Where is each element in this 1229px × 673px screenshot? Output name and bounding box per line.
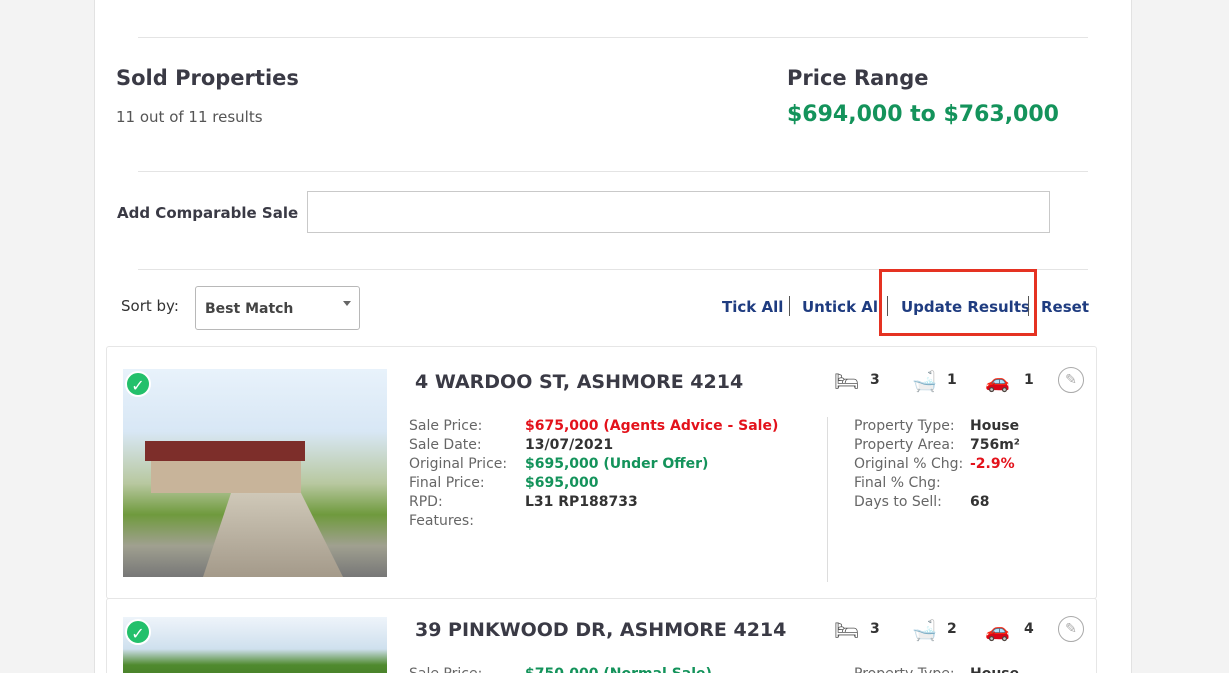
check-icon[interactable]: ✓ bbox=[125, 619, 151, 645]
property-address[interactable]: 39 PINKWOOD DR, ASHMORE 4214 bbox=[415, 619, 786, 641]
add-comparable-input[interactable] bbox=[307, 191, 1050, 233]
final-chg-value bbox=[970, 474, 1020, 493]
details-labels: Sale Price: Sale Date: Original Price: F… bbox=[409, 417, 507, 531]
driveway bbox=[203, 493, 343, 577]
details-values: $675,000 (Agents Advice - Sale) 13/07/20… bbox=[525, 417, 778, 512]
original-chg-value: -2.9% bbox=[970, 456, 1015, 472]
bath-icon: 🛁 bbox=[912, 618, 937, 642]
property-labels: Property Type: Property Area: Original %… bbox=[854, 417, 963, 512]
edit-icon[interactable]: ✎ bbox=[1058, 616, 1084, 642]
sort-selected-value: Best Match bbox=[205, 301, 294, 317]
original-chg-label: Original % Chg: bbox=[854, 456, 964, 472]
car-icon: 🚗 bbox=[985, 369, 1010, 393]
untick-all-button[interactable]: Untick All bbox=[802, 298, 883, 316]
final-price-value: $695,000 bbox=[525, 475, 599, 491]
cars-count: 4 bbox=[1024, 621, 1034, 637]
property-photo[interactable]: ✓ bbox=[123, 369, 387, 577]
add-comparable-label: Add Comparable Sale bbox=[117, 204, 299, 222]
days-to-sell-label: Days to Sell: bbox=[854, 494, 942, 510]
days-to-sell-value: 68 bbox=[970, 494, 990, 510]
car-icon: 🚗 bbox=[985, 618, 1010, 642]
check-icon[interactable]: ✓ bbox=[125, 371, 151, 397]
sale-price-label: Sale Price: bbox=[409, 665, 482, 673]
bed-icon: 🛏 bbox=[834, 618, 860, 642]
property-card: ✓ 4 WARDOO ST, ASHMORE 4214 🛏 3 🛁 1 🚗 1 … bbox=[106, 346, 1097, 599]
divider bbox=[138, 171, 1088, 172]
sale-date-label: Sale Date: bbox=[409, 437, 482, 453]
beds-count: 3 bbox=[870, 621, 880, 637]
property-type-value: House bbox=[970, 665, 1019, 673]
chevron-down-icon bbox=[343, 301, 351, 306]
property-values: House 756m² -2.9% 68 bbox=[970, 417, 1020, 512]
sale-price-value: $750,000 (Normal Sale) bbox=[525, 665, 712, 673]
original-price-value: $695,000 (Under Offer) bbox=[525, 456, 709, 472]
edit-icon[interactable]: ✎ bbox=[1058, 367, 1084, 393]
tick-all-button[interactable]: Tick All bbox=[722, 298, 783, 316]
details-values: $750,000 (Normal Sale) bbox=[525, 665, 712, 673]
sort-select[interactable]: Best Match bbox=[195, 286, 360, 330]
sale-price-label: Sale Price: bbox=[409, 418, 483, 434]
rpd-value: L31 RP188733 bbox=[525, 494, 638, 510]
cars-count: 1 bbox=[1024, 372, 1034, 388]
results-count: 11 out of 11 results bbox=[116, 108, 263, 126]
separator bbox=[789, 296, 790, 316]
sale-price-value: $675,000 (Agents Advice - Sale) bbox=[525, 418, 779, 434]
highlight-box bbox=[879, 269, 1037, 336]
baths-count: 2 bbox=[947, 621, 957, 637]
house-wall bbox=[151, 461, 301, 493]
property-values: House bbox=[970, 665, 1019, 673]
property-area-value: 756m² bbox=[970, 437, 1020, 453]
sale-date-value: 13/07/2021 bbox=[525, 437, 614, 453]
sold-properties-title: Sold Properties bbox=[116, 66, 299, 90]
final-chg-label: Final % Chg: bbox=[854, 475, 941, 491]
features-label: Features: bbox=[409, 513, 474, 529]
divider bbox=[827, 417, 828, 582]
details-labels: Sale Price: bbox=[409, 665, 482, 673]
property-address[interactable]: 4 WARDOO ST, ASHMORE 4214 bbox=[415, 371, 743, 393]
bed-icon: 🛏 bbox=[834, 369, 860, 393]
divider bbox=[138, 37, 1088, 38]
property-photo[interactable]: ✓ bbox=[123, 617, 387, 673]
reset-button[interactable]: Reset bbox=[1041, 298, 1089, 316]
beds-count: 3 bbox=[870, 372, 880, 388]
property-area-label: Property Area: bbox=[854, 437, 955, 453]
rpd-label: RPD: bbox=[409, 494, 443, 510]
sort-label: Sort by: bbox=[121, 297, 179, 315]
price-range-title: Price Range bbox=[787, 66, 929, 90]
baths-count: 1 bbox=[947, 372, 957, 388]
price-range-value: $694,000 to $763,000 bbox=[787, 102, 1059, 127]
house-roof bbox=[145, 441, 305, 461]
property-type-label: Property Type: bbox=[854, 665, 955, 673]
property-type-value: House bbox=[970, 418, 1020, 434]
property-labels: Property Type: bbox=[854, 665, 955, 673]
property-card: ✓ 39 PINKWOOD DR, ASHMORE 4214 🛏 3 🛁 2 🚗… bbox=[106, 598, 1097, 673]
bath-icon: 🛁 bbox=[912, 369, 937, 393]
final-price-label: Final Price: bbox=[409, 475, 485, 491]
property-type-label: Property Type: bbox=[854, 418, 955, 434]
original-price-label: Original Price: bbox=[409, 456, 508, 472]
